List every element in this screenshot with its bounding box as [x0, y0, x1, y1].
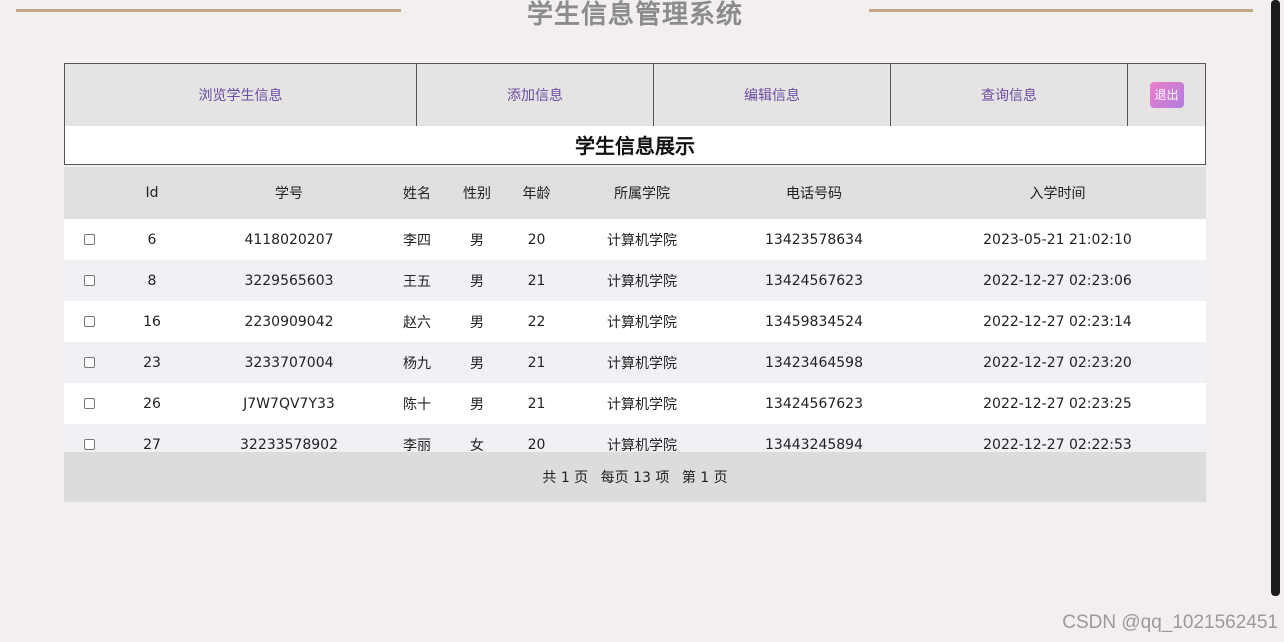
row-select-cell	[64, 219, 114, 260]
table-row: 8 3229565603 王五 男 21 计算机学院 13424567623 2…	[64, 260, 1206, 301]
header-gender: 性别	[446, 167, 508, 219]
header-college: 所属学院	[565, 167, 719, 219]
logout-button[interactable]: 退出	[1149, 82, 1184, 108]
cell-id: 8	[114, 260, 190, 301]
cell-age: 21	[508, 260, 565, 301]
cell-enroll-time: 2022-12-27 02:23:14	[909, 301, 1206, 342]
cell-gender: 男	[446, 342, 508, 383]
cell-phone: 13423578634	[719, 219, 909, 260]
cell-age: 21	[508, 383, 565, 424]
header-enroll-time: 入学时间	[909, 167, 1206, 219]
row-checkbox[interactable]	[83, 234, 95, 245]
cell-phone: 13423464598	[719, 342, 909, 383]
row-checkbox[interactable]	[83, 357, 95, 368]
cell-college: 计算机学院	[565, 342, 719, 383]
title-divider-right	[869, 9, 1253, 12]
cell-college: 计算机学院	[565, 383, 719, 424]
cell-id: 16	[114, 301, 190, 342]
cell-age: 21	[508, 342, 565, 383]
table-row: 16 2230909042 赵六 男 22 计算机学院 13459834524 …	[64, 301, 1206, 342]
row-checkbox[interactable]	[83, 439, 95, 450]
csdn-watermark: CSDN @qq_1021562451	[1062, 612, 1278, 633]
cell-college: 计算机学院	[565, 260, 719, 301]
row-select-cell	[64, 383, 114, 424]
cell-college: 计算机学院	[565, 301, 719, 342]
header-student-no: 学号	[190, 167, 388, 219]
cell-gender: 男	[446, 301, 508, 342]
vertical-scrollbar[interactable]	[1271, 0, 1280, 596]
header-phone: 电话号码	[719, 167, 909, 219]
cell-college: 计算机学院	[565, 219, 719, 260]
nav-add-info[interactable]: 添加信息	[417, 64, 654, 126]
cell-enroll-time: 2022-12-27 02:23:06	[909, 260, 1206, 301]
row-checkbox[interactable]	[83, 275, 95, 286]
row-select-cell	[64, 342, 114, 383]
cell-gender: 男	[446, 260, 508, 301]
cell-student-no: 2230909042	[190, 301, 388, 342]
cell-name: 李四	[388, 219, 446, 260]
cell-student-no: 4118020207	[190, 219, 388, 260]
nav-query-info[interactable]: 查询信息	[891, 64, 1128, 126]
table-caption: 学生信息展示	[64, 126, 1206, 165]
pagination-current-page: 第 1 页	[681, 470, 728, 486]
header-id: Id	[114, 167, 190, 219]
table-header-row: Id 学号 姓名 性别 年龄 所属学院 电话号码 入学时间	[64, 167, 1206, 219]
cell-student-no: 3229565603	[190, 260, 388, 301]
cell-enroll-time: 2023-05-21 21:02:10	[909, 219, 1206, 260]
cell-phone: 13424567623	[719, 260, 909, 301]
cell-name: 杨九	[388, 342, 446, 383]
cell-age: 20	[508, 219, 565, 260]
header-name: 姓名	[388, 167, 446, 219]
header-age: 年龄	[508, 167, 565, 219]
cell-enroll-time: 2022-12-27 02:23:20	[909, 342, 1206, 383]
row-checkbox[interactable]	[83, 398, 95, 409]
table-row: 26 J7W7QV7Y33 陈十 男 21 计算机学院 13424567623 …	[64, 383, 1206, 424]
cell-phone: 13424567623	[719, 383, 909, 424]
table-row: 23 3233707004 杨九 男 21 计算机学院 13423464598 …	[64, 342, 1206, 383]
cell-student-no: J7W7QV7Y33	[190, 383, 388, 424]
title-bar: 学生信息管理系统	[0, 0, 1270, 30]
pagination-bar: 共 1 页 每页 13 项 第 1 页	[64, 452, 1206, 502]
row-select-cell	[64, 301, 114, 342]
cell-name: 赵六	[388, 301, 446, 342]
table-row: 6 4118020207 李四 男 20 计算机学院 13423578634 2…	[64, 219, 1206, 260]
row-checkbox[interactable]	[83, 316, 95, 327]
cell-id: 23	[114, 342, 190, 383]
nav-browse-students[interactable]: 浏览学生信息	[65, 64, 417, 126]
cell-id: 6	[114, 219, 190, 260]
cell-name: 陈十	[388, 383, 446, 424]
logout-cell: 退出	[1128, 64, 1205, 126]
cell-name: 王五	[388, 260, 446, 301]
cell-enroll-time: 2022-12-27 02:23:25	[909, 383, 1206, 424]
cell-gender: 男	[446, 383, 508, 424]
cell-gender: 男	[446, 219, 508, 260]
main-nav: 浏览学生信息 添加信息 编辑信息 查询信息 退出	[64, 63, 1206, 127]
cell-phone: 13459834524	[719, 301, 909, 342]
header-select	[64, 167, 114, 219]
cell-id: 26	[114, 383, 190, 424]
pagination-per-page: 每页 13 项	[600, 470, 670, 486]
cell-student-no: 3233707004	[190, 342, 388, 383]
student-table: Id 学号 姓名 性别 年龄 所属学院 电话号码 入学时间 6 41180202…	[64, 167, 1206, 465]
pagination-total-pages: 共 1 页	[542, 470, 589, 486]
page-title: 学生信息管理系统	[526, 0, 743, 30]
student-table-wrapper: Id 学号 姓名 性别 年龄 所属学院 电话号码 入学时间 6 41180202…	[64, 167, 1206, 465]
nav-edit-info[interactable]: 编辑信息	[654, 64, 891, 126]
row-select-cell	[64, 260, 114, 301]
cell-age: 22	[508, 301, 565, 342]
